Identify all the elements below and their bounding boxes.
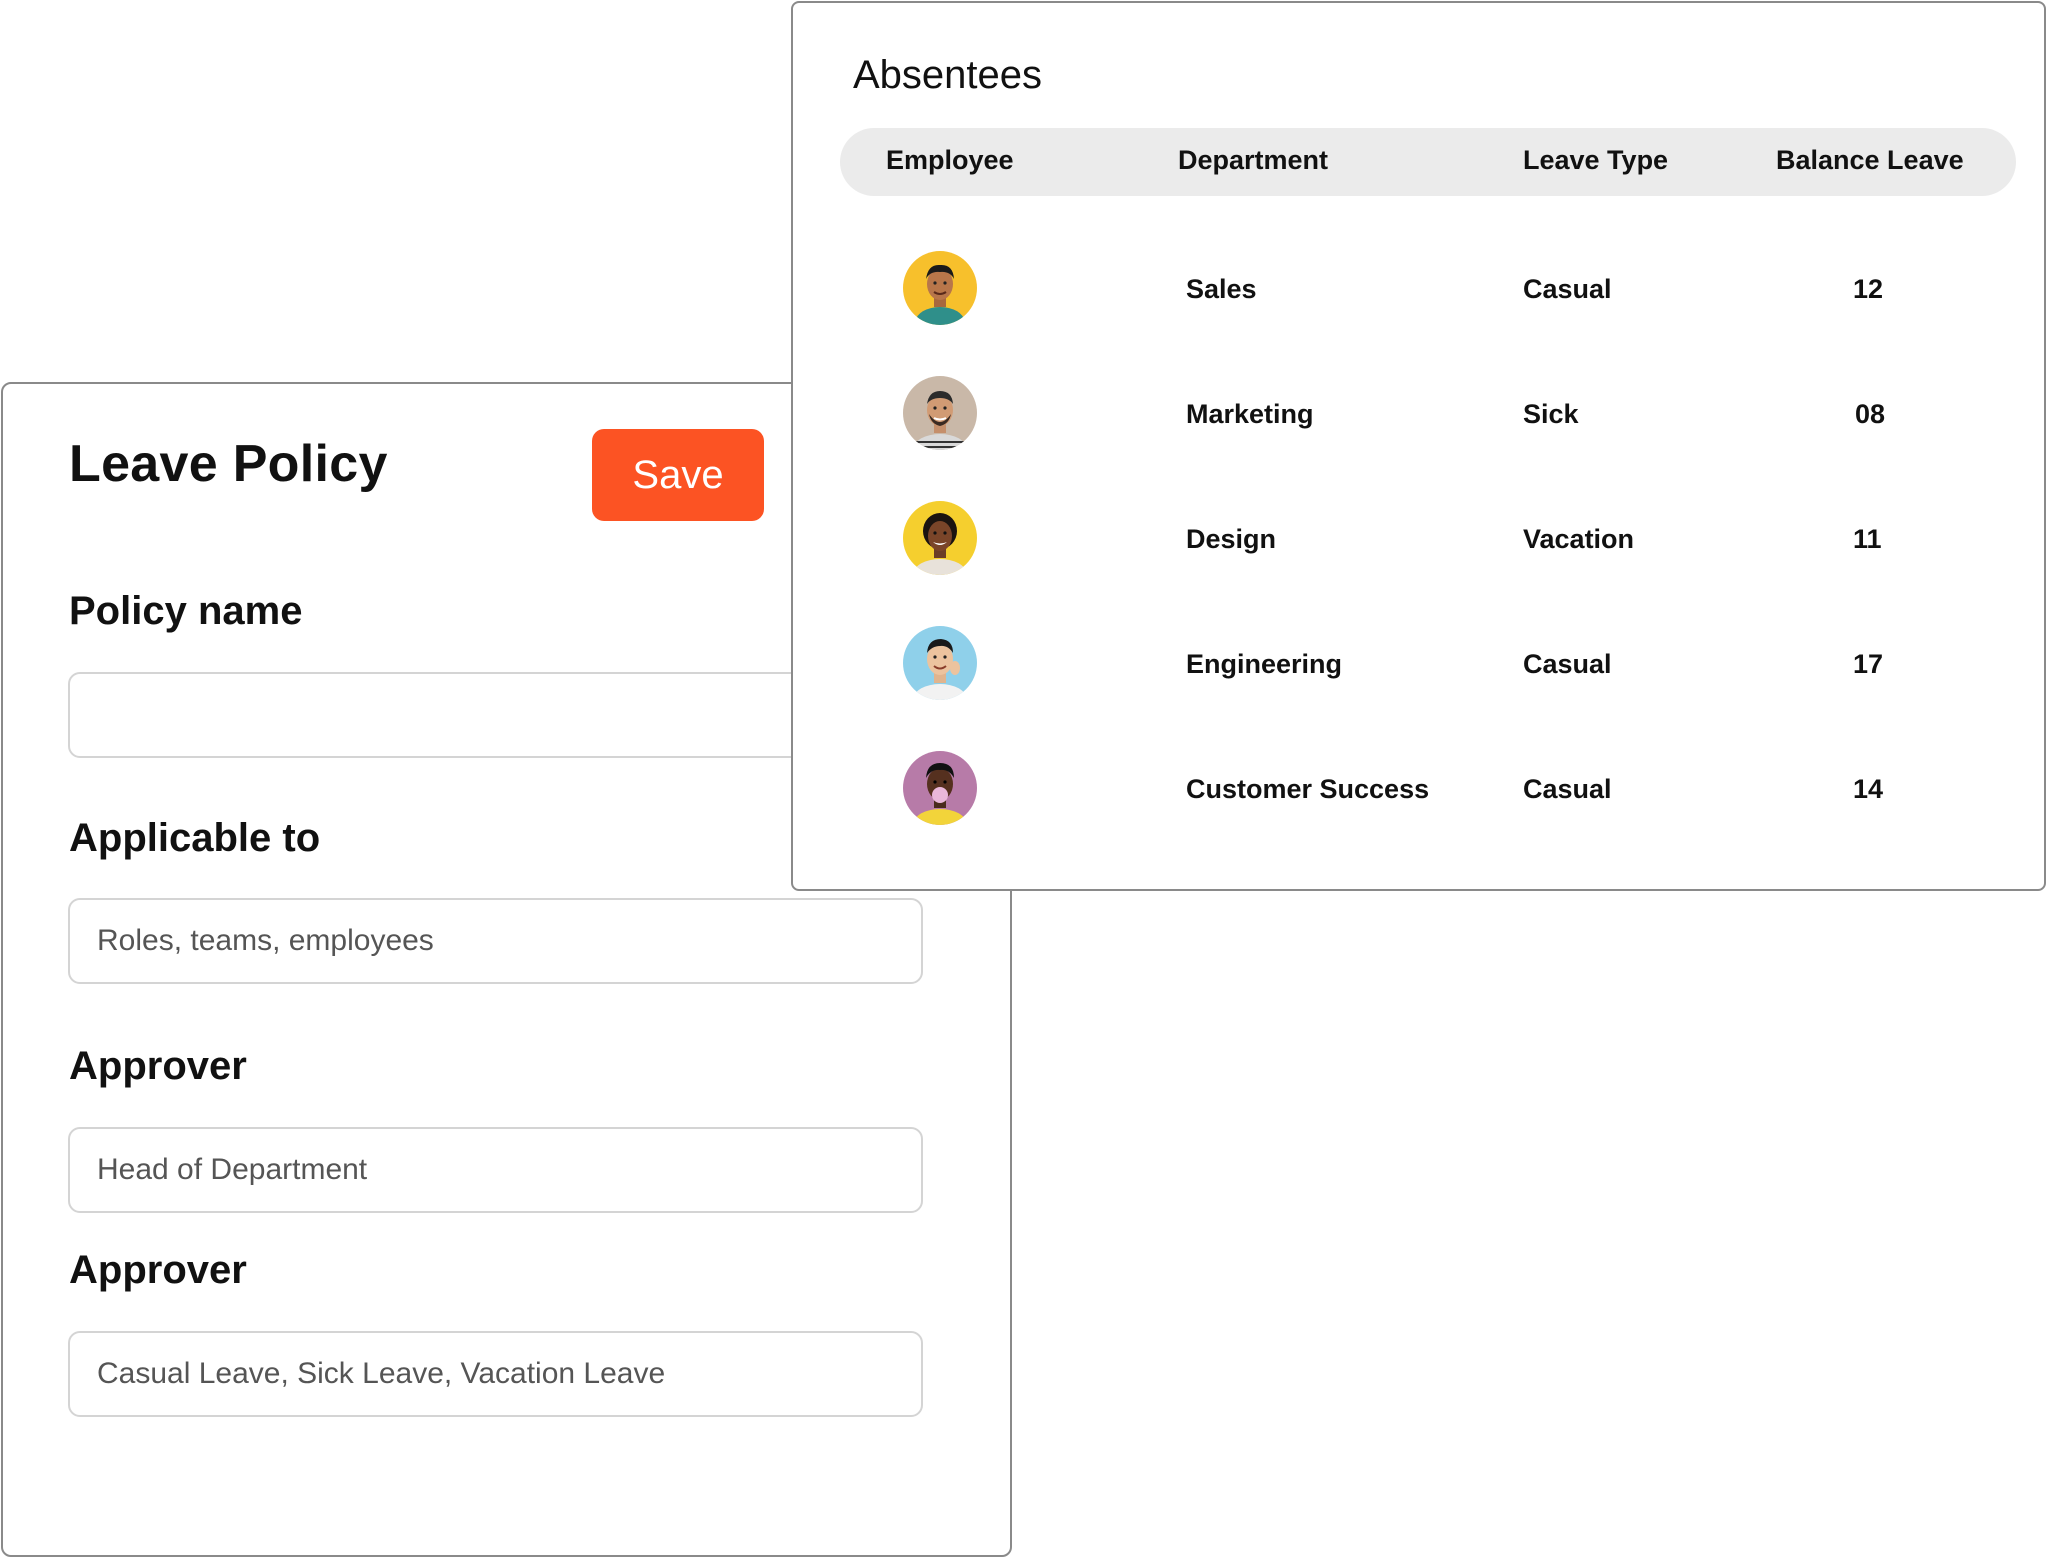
- balance-cell: 12: [1853, 274, 1884, 304]
- column-header-balance-leave: Balance Leave: [1776, 145, 1964, 175]
- leave-type-cell: Casual: [1523, 649, 1612, 679]
- leave-type-cell: Vacation: [1523, 524, 1635, 554]
- department-cell: Design: [1186, 524, 1277, 554]
- policy-name-label: Policy name: [69, 589, 303, 633]
- avatar: [903, 251, 977, 325]
- employee-photo-icon: [903, 751, 977, 825]
- department-cell: Marketing: [1186, 399, 1314, 429]
- employee-photo-icon: [903, 376, 977, 450]
- department-cell: Engineering: [1186, 649, 1343, 679]
- balance-cell: 17: [1853, 649, 1884, 679]
- balance-cell: 14: [1853, 774, 1884, 804]
- employee-photo-icon: [903, 501, 977, 575]
- employee-photo-icon: [903, 626, 977, 700]
- applicable-to-input[interactable]: [68, 898, 923, 984]
- page-title: Leave Policy: [69, 435, 388, 493]
- avatar: [903, 376, 977, 450]
- column-header-leave-type: Leave Type: [1523, 145, 1669, 175]
- absentees-title: Absentees: [853, 53, 1043, 97]
- department-cell: Sales: [1186, 274, 1257, 304]
- table-row[interactable]: Marketing Sick 08: [793, 376, 2044, 456]
- column-header-employee: Employee: [886, 145, 1014, 175]
- avatar: [903, 751, 977, 825]
- applicable-to-label: Applicable to: [69, 816, 321, 860]
- leave-type-cell: Sick: [1523, 399, 1579, 429]
- column-header-department: Department: [1178, 145, 1329, 175]
- department-cell: Customer Success: [1186, 774, 1430, 804]
- table-row[interactable]: Engineering Casual 17: [793, 626, 2044, 706]
- approver-input[interactable]: [68, 1127, 923, 1213]
- table-header: Employee Department Leave Type Balance L…: [840, 128, 2016, 196]
- leave-type-cell: Casual: [1523, 274, 1612, 304]
- balance-cell: 08: [1855, 399, 1886, 429]
- balance-cell: 11: [1853, 524, 1882, 554]
- avatar: [903, 626, 977, 700]
- table-row[interactable]: Customer Success Casual 14: [793, 751, 2044, 831]
- avatar: [903, 501, 977, 575]
- leave-types-label: Approver: [69, 1248, 247, 1292]
- leave-types-input[interactable]: [68, 1331, 923, 1417]
- table-row[interactable]: Design Vacation 11: [793, 501, 2044, 581]
- absentees-card: Absentees Employee Department Leave Type…: [791, 1, 2046, 891]
- leave-type-cell: Casual: [1523, 774, 1612, 804]
- table-row[interactable]: Sales Casual 12: [793, 251, 2044, 331]
- save-button[interactable]: Save: [592, 429, 764, 521]
- employee-photo-icon: [903, 251, 977, 325]
- approver-label: Approver: [69, 1044, 247, 1088]
